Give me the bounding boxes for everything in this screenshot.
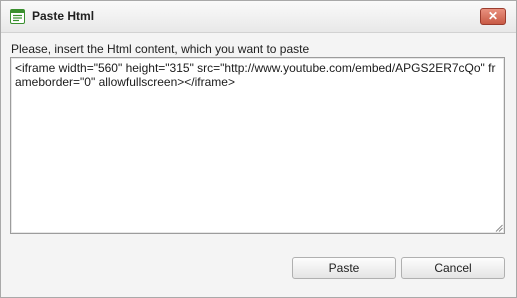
cancel-button[interactable]: Cancel (401, 257, 505, 279)
resize-grip-icon[interactable] (495, 224, 503, 232)
paste-html-dialog: Paste Html ✕ Please, insert the Html con… (0, 0, 517, 298)
close-button[interactable]: ✕ (480, 8, 506, 25)
dialog-titlebar[interactable]: Paste Html ✕ (1, 1, 516, 33)
html-content-text[interactable]: <iframe width="560" height="315" src="ht… (15, 61, 499, 89)
paste-button[interactable]: Paste (292, 257, 396, 279)
paste-html-icon (10, 9, 25, 24)
dialog-title: Paste Html (32, 9, 95, 23)
html-content-textarea[interactable]: <iframe width="560" height="315" src="ht… (10, 57, 505, 234)
paste-prompt-label: Please, insert the Html content, which y… (11, 42, 310, 56)
close-icon: ✕ (487, 9, 499, 23)
